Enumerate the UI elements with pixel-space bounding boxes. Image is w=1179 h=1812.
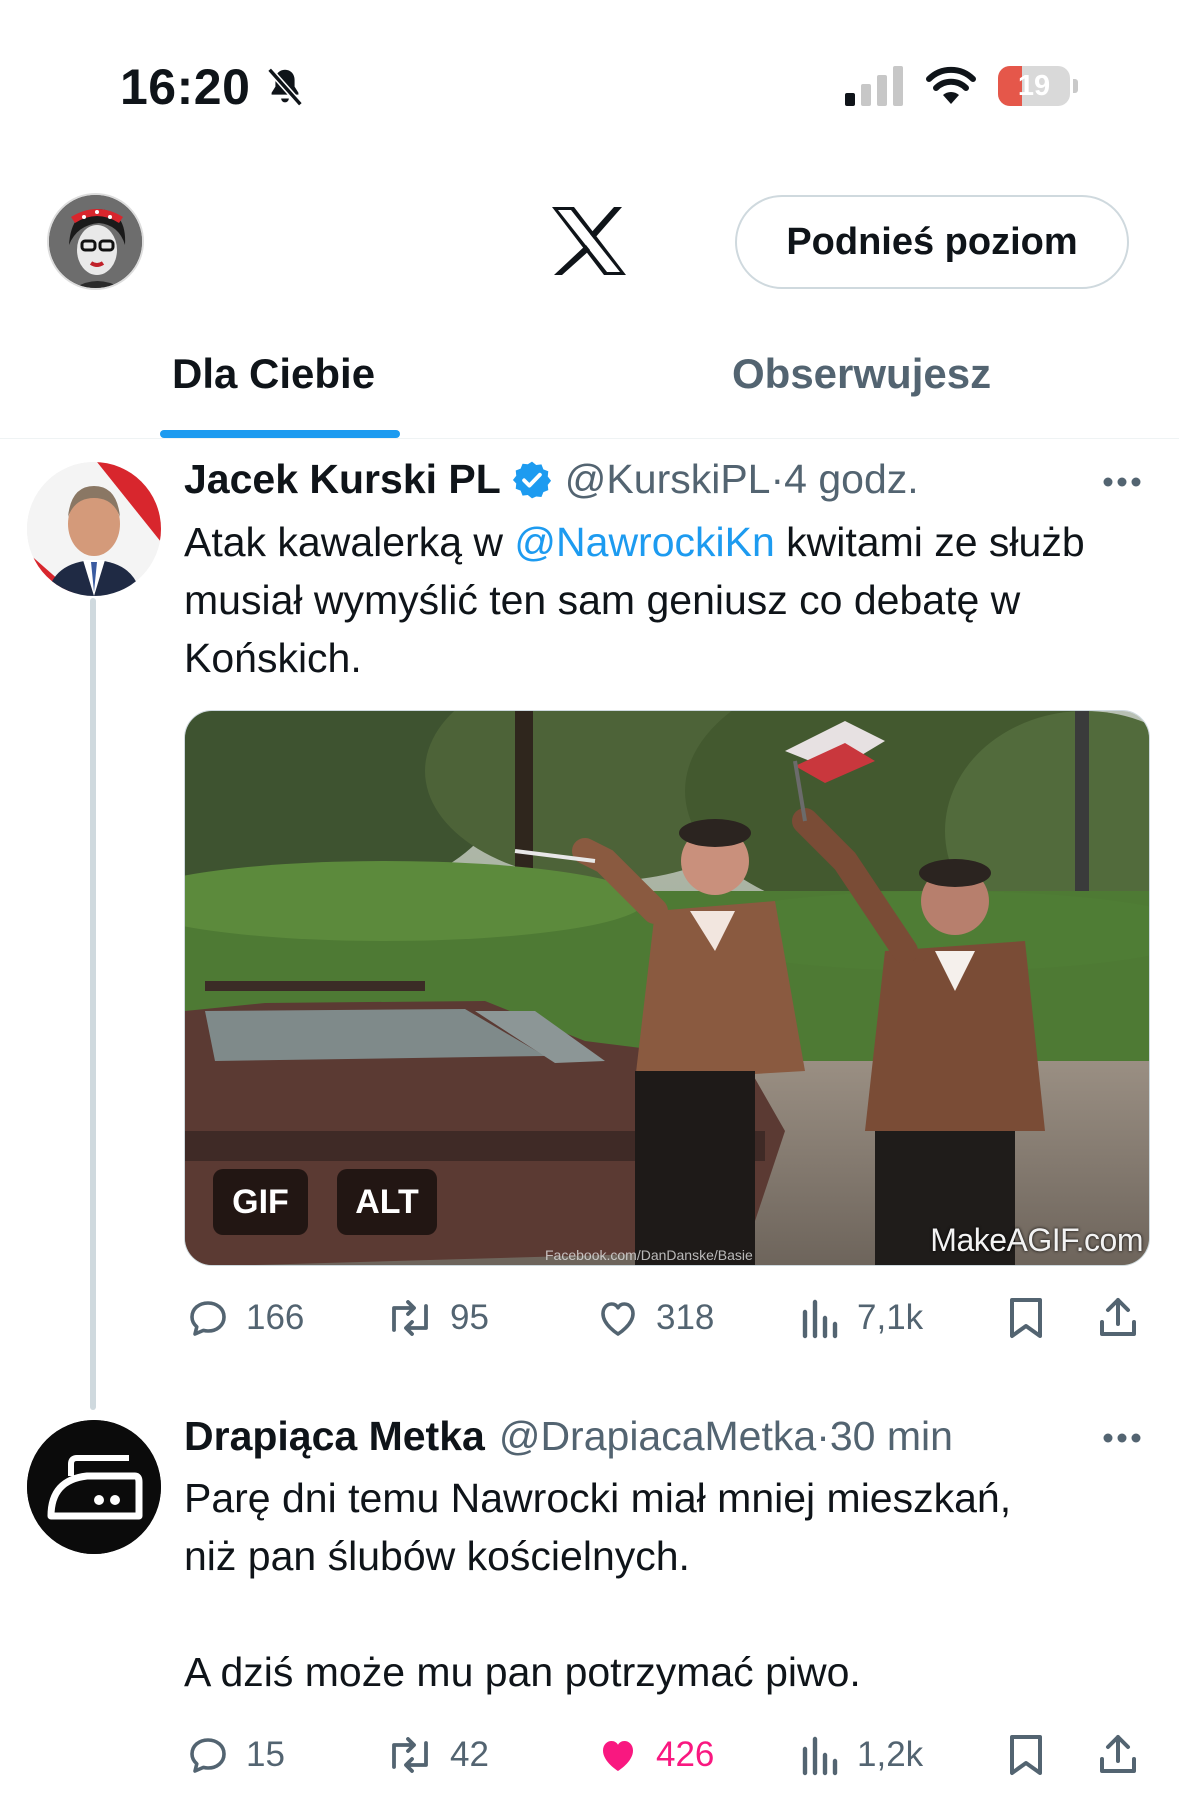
thread-line (90, 598, 96, 1410)
tweet-text-line: niż pan ślubów kościelnych. (184, 1533, 690, 1579)
tweet-text-line: Parę dni temu Nawrocki miał mniej mieszk… (184, 1475, 1012, 1521)
reply-count: 166 (246, 1298, 305, 1337)
views-count: 7,1k (857, 1298, 924, 1337)
alt-text-button[interactable]: ALT (337, 1169, 437, 1235)
views-count: 1,2k (857, 1735, 924, 1774)
repost-button[interactable]: 42 (384, 1725, 489, 1785)
share-icon (1100, 1735, 1136, 1773)
share-icon (1100, 1298, 1136, 1336)
tweet-time[interactable]: 30 min (830, 1413, 953, 1460)
media-caption: Facebook.com/DanDanske/Basie (545, 1247, 753, 1263)
repost-icon (392, 1300, 428, 1336)
tweet-author-avatar[interactable] (27, 1420, 161, 1554)
bookmark-icon (1010, 1735, 1042, 1775)
heart-icon (601, 1302, 635, 1336)
repost-button[interactable]: 95 (384, 1288, 489, 1348)
wifi-icon (926, 66, 976, 104)
mention-link[interactable]: @NawrockiKn (514, 519, 774, 565)
views-button[interactable]: 1,2k (799, 1725, 923, 1785)
gif-frame (185, 711, 1149, 1265)
status-time: 16:20 (120, 59, 251, 115)
profile-avatar[interactable] (47, 193, 144, 290)
tweet-actions: 166 95 318 7,1k (184, 1288, 1150, 1348)
bell-muted-icon (267, 67, 303, 107)
tweet-header: Jacek Kurski PL @KurskiPL · 4 godz. (184, 456, 919, 503)
tweet-media-gif[interactable]: GIF ALT Facebook.com/DanDanske/Basie Mak… (184, 710, 1150, 1266)
share-button[interactable] (1094, 1288, 1156, 1348)
app-screen: 16:20 19 Podnieś poziom Dla Ciebie Obser… (0, 0, 1179, 1812)
more-options-icon[interactable] (1102, 1432, 1142, 1444)
divider (0, 438, 1179, 439)
tweet-time[interactable]: 4 godz. (784, 456, 919, 503)
author-handle[interactable]: @KurskiPL (565, 456, 771, 503)
like-button[interactable]: 426 (594, 1725, 714, 1785)
like-count: 426 (656, 1735, 715, 1774)
views-chart-icon (802, 1736, 838, 1776)
upgrade-button[interactable]: Podnieś poziom (735, 195, 1129, 289)
heart-filled-icon (603, 1741, 633, 1771)
repost-icon (392, 1737, 428, 1773)
battery-percent: 19 (1017, 70, 1051, 102)
tweet-actions: 15 42 426 1,2k (184, 1725, 1150, 1785)
cellular-signal-icon (845, 66, 903, 106)
gif-badge: GIF (213, 1169, 308, 1235)
author-handle[interactable]: @DrapiacaMetka (499, 1413, 816, 1460)
more-options-icon[interactable] (1102, 476, 1142, 488)
separator-dot: · (770, 456, 785, 502)
tab-following[interactable]: Obserwujesz (732, 350, 991, 398)
reply-button[interactable]: 166 (184, 1288, 304, 1348)
views-button[interactable]: 7,1k (799, 1288, 923, 1348)
like-button[interactable]: 318 (594, 1288, 714, 1348)
like-count: 318 (656, 1298, 715, 1337)
tab-for-you[interactable]: Dla Ciebie (172, 350, 375, 398)
repost-count: 42 (450, 1735, 489, 1774)
reply-button[interactable]: 15 (184, 1725, 285, 1785)
tweet-author-avatar[interactable] (27, 462, 161, 596)
x-logo-icon[interactable] (550, 205, 628, 277)
reply-icon (190, 1301, 226, 1336)
active-tab-indicator (160, 430, 400, 438)
share-button[interactable] (1094, 1725, 1156, 1785)
separator-dot: · (816, 1413, 830, 1459)
bookmark-button[interactable] (1004, 1288, 1062, 1348)
reply-icon (190, 1738, 226, 1773)
tweet-header: Drapiąca Metka @DrapiacaMetka · 30 min (184, 1413, 953, 1460)
tweet-text: Parę dni temu Nawrocki miał mniej mieszk… (184, 1469, 1134, 1701)
repost-count: 95 (450, 1298, 489, 1337)
bookmark-icon (1010, 1298, 1042, 1338)
tweet-text-line: A dziś może mu pan potrzymać piwo. (184, 1649, 861, 1695)
reply-count: 15 (246, 1735, 285, 1774)
verified-badge-icon (512, 461, 551, 498)
tweet-text-part: Atak kawalerką w (184, 519, 515, 565)
battery-indicator: 19 (998, 66, 1078, 106)
display-name[interactable]: Drapiąca Metka (184, 1413, 485, 1460)
display-name[interactable]: Jacek Kurski PL (184, 456, 501, 503)
bookmark-button[interactable] (1004, 1725, 1062, 1785)
media-watermark: MakeAGIF.com (930, 1222, 1143, 1258)
tweet-text: Atak kawalerką w @NawrockiKn kwitami ze … (184, 513, 1134, 687)
views-chart-icon (802, 1299, 838, 1339)
